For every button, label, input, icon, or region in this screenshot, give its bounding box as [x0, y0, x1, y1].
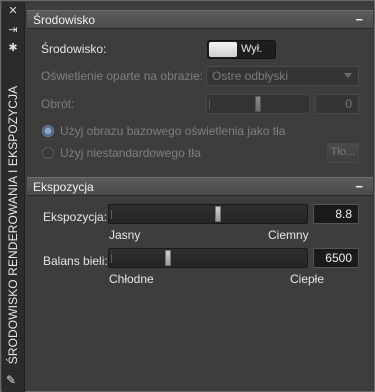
exposure-slider-thumb[interactable] — [214, 206, 221, 222]
exposure-input[interactable]: 8.8 — [313, 204, 359, 224]
white-balance-slider[interactable] — [108, 248, 308, 268]
rotation-slider-thumb[interactable] — [255, 96, 261, 112]
palette-content: Środowisko − Środowisko: Wył. Oświetleni… — [25, 2, 374, 392]
slider-tick — [111, 254, 112, 263]
ibl-background-label: Użyj obrazu bazowego oświetlenia jako tł… — [60, 124, 286, 138]
background-button[interactable]: Tło... — [327, 143, 359, 163]
environment-toggle-label: Środowisko: — [41, 42, 107, 56]
collapse-environment-button[interactable]: − — [355, 12, 363, 27]
properties-icon[interactable]: ✱ — [5, 42, 21, 54]
exposure-slider[interactable] — [108, 204, 308, 224]
palette-title-bar[interactable]: ✕ ⇥ ✱ ŚRODOWISKO RENDEROWANIA I EKSPOZYC… — [2, 2, 25, 392]
ibl-select[interactable]: Ostre odbłyski — [206, 66, 359, 86]
environment-section-title: Środowisko — [33, 13, 96, 27]
custom-background-radio[interactable] — [42, 147, 54, 159]
rotation-input[interactable]: 0 — [315, 94, 359, 114]
toggle-knob — [209, 42, 237, 57]
white-balance-input[interactable]: 6500 — [313, 248, 359, 268]
environment-toggle[interactable]: Wył. — [207, 40, 276, 59]
white-balance-label: Balans bieli: — [43, 254, 108, 268]
pin-icon[interactable]: ✎ — [6, 373, 20, 387]
auto-hide-icon[interactable]: ⇥ — [5, 24, 21, 36]
exposure-section-header[interactable]: Ekspozycja − — [27, 177, 373, 196]
exposure-min-label: Jasny — [109, 228, 141, 242]
ibl-label: Oświetlenie oparte na obrazie: — [41, 69, 204, 83]
white-balance-max-label: Ciepłe — [290, 272, 325, 286]
collapse-exposure-button[interactable]: − — [355, 179, 363, 194]
white-balance-min-label: Chłodne — [109, 272, 154, 286]
close-icon[interactable]: ✕ — [5, 5, 21, 17]
environment-toggle-state: Wył. — [241, 43, 263, 55]
ibl-background-radio[interactable] — [42, 125, 54, 137]
ibl-select-value: Ostre odbłyski — [212, 69, 289, 83]
exposure-section-title: Ekspozycja — [33, 180, 94, 194]
chevron-down-icon — [344, 73, 352, 78]
rotation-label: Obrót: — [41, 97, 75, 111]
slider-tick — [209, 100, 210, 109]
custom-background-label: Użyj niestandardowego tła — [60, 146, 201, 160]
slider-tick — [111, 210, 112, 219]
palette-title: ŚRODOWISKO RENDEROWANIA I EKSPOZYCJA — [6, 85, 20, 365]
rotation-slider[interactable] — [206, 94, 310, 114]
environment-section-header[interactable]: Środowisko − — [27, 10, 373, 29]
white-balance-slider-thumb[interactable] — [165, 250, 172, 266]
palette-window: ✕ ⇥ ✱ ŚRODOWISKO RENDEROWANIA I EKSPOZYC… — [0, 0, 375, 392]
exposure-max-label: Ciemny — [268, 228, 309, 242]
exposure-label: Ekspozycja: — [43, 210, 108, 224]
